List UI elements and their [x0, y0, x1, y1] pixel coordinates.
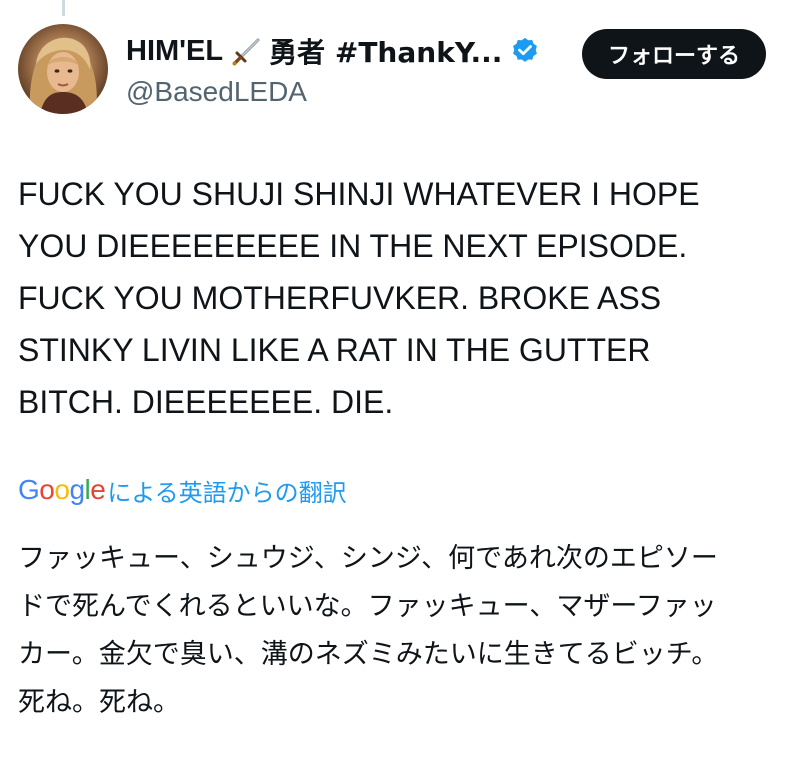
- tweet-header: HIM'EL 勇者 #ThankY... @BasedLEDA フォローする: [18, 24, 782, 120]
- dagger-icon: [231, 35, 263, 67]
- translated-text-line: ドで死んでくれるといいな。ファッキュー、マザーファッ: [18, 591, 717, 622]
- display-name-row[interactable]: HIM'EL 勇者 #ThankY...: [126, 30, 546, 72]
- translated-text: ファッキュー、シュウジ、シンジ、何であれ次のエピソー ドで死んでくれるといいな。…: [18, 535, 788, 727]
- display-name: HIM'EL: [126, 34, 224, 67]
- tweet-text-line: BITCH. DIEEEEEEE. DIE.: [18, 384, 394, 420]
- tweet-text-line: YOU DIEEEEEEEEE IN THE NEXT EPISODE.: [18, 228, 688, 264]
- author-names: HIM'EL 勇者 #ThankY... @BasedLEDA: [126, 30, 546, 108]
- author-handle[interactable]: @BasedLEDA: [126, 76, 546, 108]
- avatar[interactable]: [18, 24, 108, 114]
- translated-text-line: ファッキュー、シュウジ、シンジ、何であれ次のエピソー: [18, 543, 718, 574]
- google-logo: Google: [18, 474, 106, 505]
- translated-text-line: 死ね。死ね。: [18, 687, 180, 718]
- tweet-text-line: FUCK YOU MOTHERFUVKER. BROKE ASS: [18, 280, 662, 316]
- follow-button[interactable]: フォローする: [581, 29, 766, 79]
- translated-text-line: カー。金欠で臭い、溝のネズミみたいに生きてるビッチ。: [18, 639, 719, 670]
- translation-label: による英語からの翻訳: [107, 478, 347, 507]
- verified-badge-icon: [510, 36, 540, 66]
- display-name-suffix: 勇者 #ThankY...: [269, 36, 503, 69]
- translation-attribution[interactable]: Google による英語からの翻訳: [18, 470, 347, 510]
- tweet-text-line: FUCK YOU SHUJI SHINJI WHATEVER I HOPE: [18, 176, 700, 212]
- thread-connector-line: [62, 0, 65, 16]
- tweet-text: FUCK YOU SHUJI SHINJI WHATEVER I HOPE YO…: [18, 168, 788, 428]
- tweet-text-line: STINKY LIVIN LIKE A RAT IN THE GUTTER: [18, 332, 651, 368]
